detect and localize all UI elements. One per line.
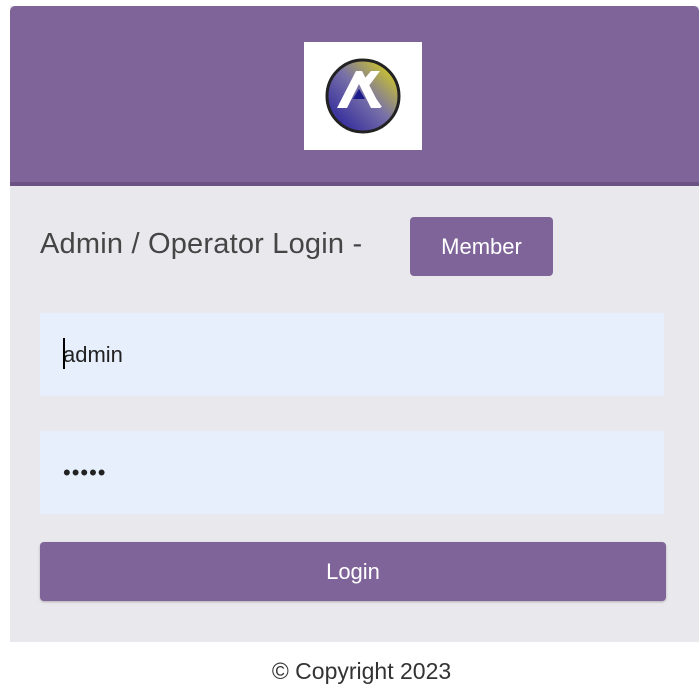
login-button[interactable]: Login (40, 542, 666, 601)
logo (304, 42, 422, 150)
text-cursor (63, 338, 65, 369)
company-logo-icon (325, 58, 401, 134)
username-field[interactable] (40, 313, 664, 396)
login-title: Admin / Operator Login - (40, 228, 363, 260)
member-login-button[interactable]: Member (410, 217, 553, 276)
copyright-footer: © Copyright 2023 (271, 658, 452, 684)
login-header (10, 6, 699, 186)
password-field[interactable] (40, 431, 664, 514)
